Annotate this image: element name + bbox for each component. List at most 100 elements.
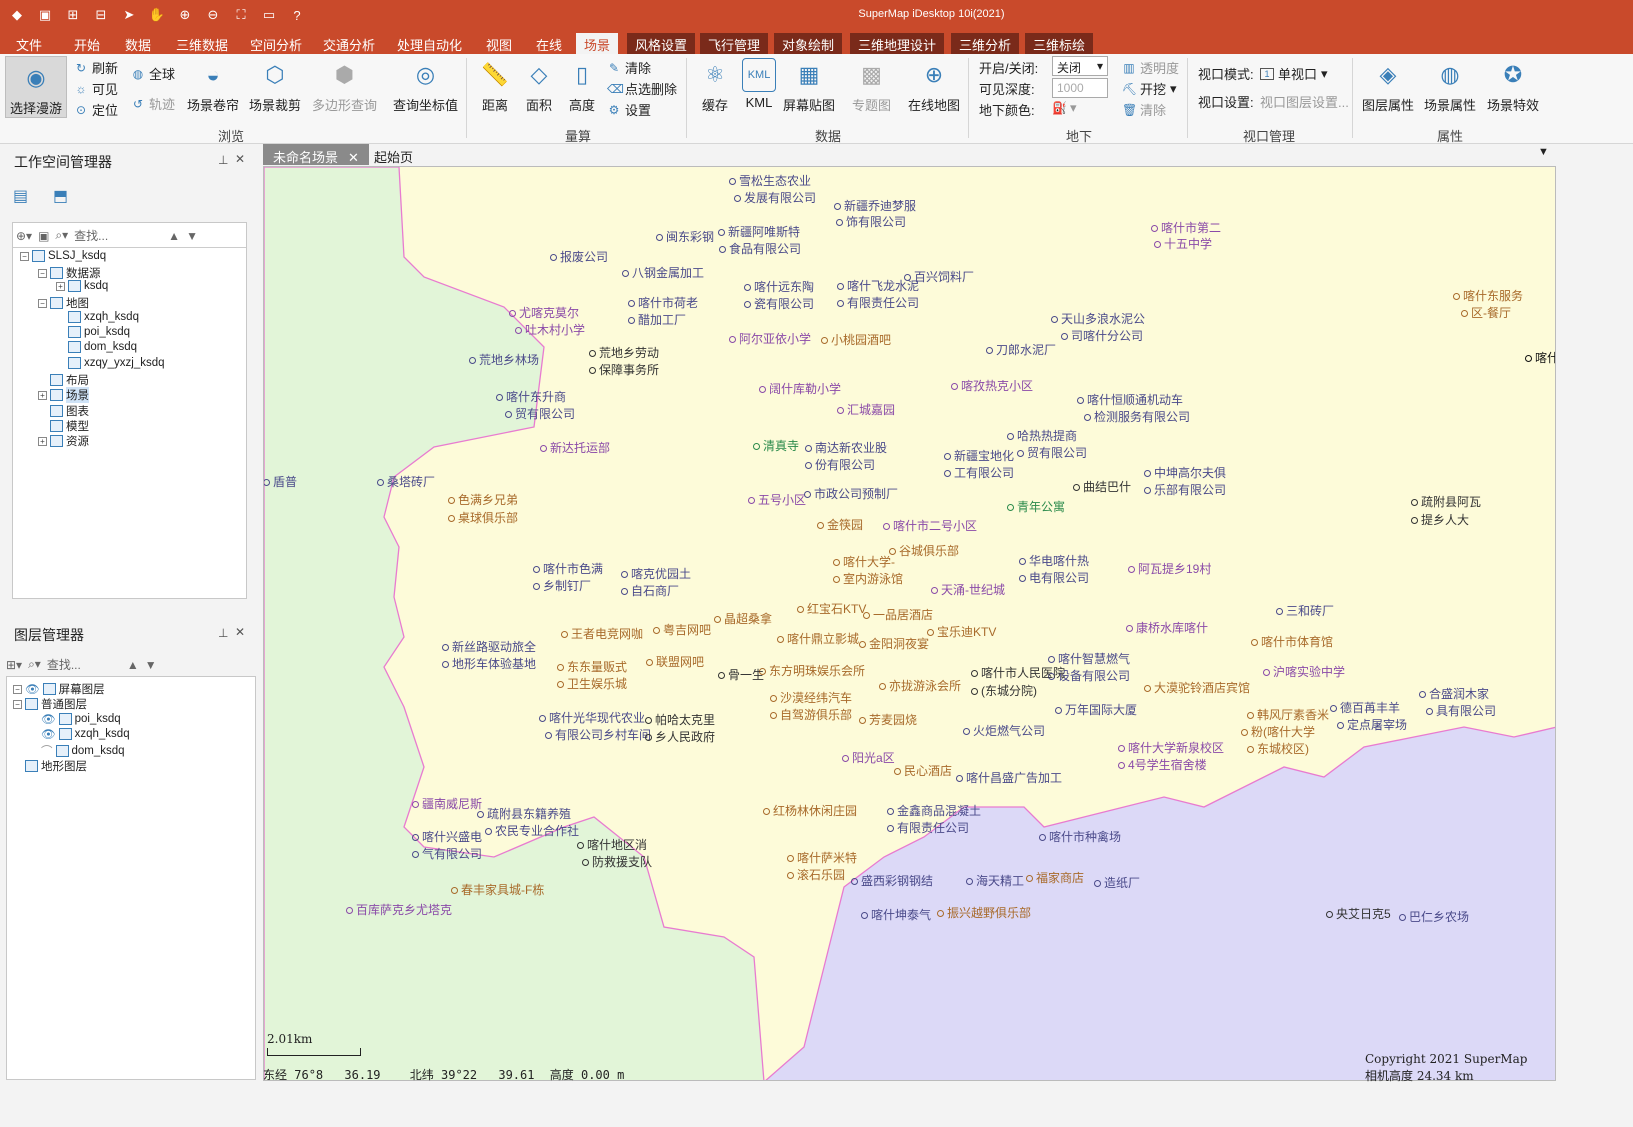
menu-online[interactable]: 在线 [528, 33, 570, 54]
poi-label[interactable]: 乐部有限公司 [1144, 483, 1226, 498]
poi-label[interactable]: 喀什大学新泉校区 [1118, 741, 1224, 756]
tab-start-page[interactable]: 起始页 [364, 144, 423, 165]
poi-label[interactable]: 晶超桑拿 [714, 612, 772, 627]
distance-button[interactable]: 📏 距离 [478, 58, 512, 114]
tree-item-layouts[interactable]: 布局 [50, 372, 89, 388]
poi-label[interactable]: 谷城俱乐部 [889, 544, 959, 559]
poi-label[interactable]: 韩风厅素香米 [1247, 708, 1329, 723]
menu-start[interactable]: 开始 [66, 33, 108, 54]
tree-item-charts[interactable]: 图表 [50, 403, 89, 419]
track-button[interactable]: ↺ 轨迹 [131, 94, 175, 113]
screen-map-button[interactable]: ▦ 屏幕贴图 [783, 58, 835, 114]
poi-label[interactable]: 骨一生 [718, 668, 764, 683]
poi-label[interactable]: 沪喀实验中学 [1263, 665, 1345, 680]
poi-label[interactable]: 喀什光华现代农业 [539, 711, 645, 726]
hidden-eye-icon[interactable]: ⌒ [41, 743, 53, 759]
poi-label[interactable]: (东城分院) [971, 684, 1037, 699]
poi-label[interactable]: 地形车体验基地 [442, 657, 536, 672]
poi-label[interactable]: 提乡人大 [1411, 513, 1469, 528]
poi-label[interactable]: 有限公司乡村车间 [545, 728, 651, 743]
poi-label[interactable]: 造纸厂 [1094, 876, 1140, 891]
poi-label[interactable]: 新达托运部 [540, 441, 610, 456]
collapse-icon[interactable]: − [13, 684, 22, 694]
poi-label[interactable]: 司喀什分公司 [1061, 329, 1143, 344]
poi-label[interactable]: 东城校区) [1247, 742, 1309, 757]
poi-label[interactable]: 喀什昌盛广告加工 [956, 771, 1062, 786]
poi-label[interactable]: 百兴饲料厂 [904, 270, 974, 285]
poi-label[interactable]: 雪松生态农业 [729, 174, 811, 189]
poi-label[interactable]: 报废公司 [550, 250, 608, 265]
full-extent-icon[interactable]: ⛶ [230, 4, 252, 26]
poi-label[interactable]: 青年公寓 [1007, 500, 1065, 515]
menu-scene[interactable]: 场景 [576, 33, 619, 54]
menu-style[interactable]: 风格设置 [627, 33, 696, 54]
poi-label[interactable]: 贸有限公司 [505, 407, 575, 422]
excavate-button[interactable]: ⛏ 开挖 ▾ [1122, 79, 1177, 98]
poi-label[interactable]: 红杨林休闲庄园 [763, 804, 857, 819]
poi-label[interactable]: 东方明珠娱乐会所 [759, 664, 865, 679]
thematic-button[interactable]: ▩ 专题图 [852, 58, 891, 114]
menu-3d-analysis[interactable]: 三维分析 [951, 33, 1020, 54]
poi-label[interactable]: 清真寺 [753, 439, 799, 454]
poi-label[interactable]: 乡人民政府 [645, 730, 715, 745]
locate-button[interactable]: ⊙ 定位 [74, 100, 118, 119]
zoom-out-icon[interactable]: ⊖ [202, 4, 224, 26]
tree-item-scenes[interactable]: + 场景 [38, 387, 89, 403]
menu-data[interactable]: 数据 [117, 33, 159, 54]
poi-label[interactable]: 喀什智慧燃气 [1048, 652, 1130, 667]
scene-curtain-button[interactable]: ◒ 场景卷帘 [187, 58, 239, 114]
underground-clear-button[interactable]: 🗑 清除 [1122, 100, 1166, 119]
poi-label[interactable]: 阔什库勒小学 [759, 382, 841, 397]
poi-label[interactable]: 南达新农业股 [805, 441, 887, 456]
poi-label[interactable]: 中坤高尔夫俱 [1144, 466, 1226, 481]
poi-label[interactable]: 喀克优园土 [621, 567, 691, 582]
scene-map-view[interactable]: 雪松生态农业 发展有限公司 新疆乔迪梦服 饰有限公司 喀什市第二 十五中学 闽东彩钢 新疆阿唯… [263, 166, 1556, 1081]
scene-effects-button[interactable]: ✪ 场景特效 [1487, 58, 1539, 114]
poi-label[interactable]: 阿瓦提乡19村 [1128, 562, 1211, 577]
poi-label[interactable]: 万年国际大厦 [1055, 703, 1137, 718]
poi-label[interactable]: 央艾日克5 [1326, 907, 1391, 922]
tree-item-models[interactable]: 模型 [50, 418, 89, 434]
tab-unnamed-scene[interactable]: 未命名场景 ✕ [263, 144, 369, 165]
poi-label[interactable]: 喀什坤泰气 [861, 908, 931, 923]
collapse-icon[interactable]: − [20, 251, 29, 261]
menu-3d-geo-design[interactable]: 三维地理设计 [850, 33, 945, 54]
resource-tab-icon[interactable]: ⬒ [53, 186, 68, 206]
poi-label[interactable]: 合盛润木家 [1419, 687, 1489, 702]
arrow-up-icon[interactable]: ▲ [168, 229, 180, 243]
poi-label[interactable]: 粉(喀什大学 [1241, 725, 1315, 740]
poi-label[interactable]: 五号小区 [748, 493, 806, 508]
search-icon[interactable]: ⌕▾ [55, 228, 68, 243]
poi-label[interactable]: 滚石乐园 [787, 868, 845, 883]
poi-label[interactable]: 三和砖厂 [1276, 604, 1334, 619]
tree-item-map[interactable]: dom_ksdq [68, 341, 137, 353]
poi-label[interactable]: 盛西彩钢钢结 [851, 874, 933, 889]
add-layer-icon[interactable]: ⊞▾ [6, 658, 22, 672]
poi-label[interactable]: 新疆乔迪梦服 [834, 199, 916, 214]
add-icon[interactable]: ⊕▾ [16, 229, 32, 243]
poi-label[interactable]: 室内游泳馆 [833, 572, 903, 587]
eye-icon[interactable]: 👁 [41, 712, 56, 726]
expand-icon[interactable]: + [56, 281, 65, 291]
layer-item[interactable]: 👁 poi_ksdq [41, 712, 121, 726]
poi-label[interactable]: 康桥水库喀什 [1126, 621, 1208, 636]
transparency-button[interactable]: ▥ 透明度 [1122, 58, 1179, 77]
poi-label[interactable]: 德百苒丰羊 [1330, 701, 1400, 716]
poi-label[interactable]: 喀什市体育馆 [1251, 635, 1333, 650]
menu-traffic-analysis[interactable]: 交通分析 [315, 33, 383, 54]
poi-label[interactable]: 帕哈太克里 [645, 713, 715, 728]
search-icon[interactable]: ⌕▾ [28, 657, 41, 672]
poi-label[interactable]: 华电喀什热 [1019, 554, 1089, 569]
poi-label[interactable]: 大漠驼铃酒店宾馆 [1144, 681, 1250, 696]
poi-label[interactable]: 检测服务有限公司 [1084, 410, 1190, 425]
poi-label[interactable]: 东东量贩式 [557, 660, 627, 675]
open-icon[interactable]: ⊟ [90, 4, 112, 26]
scene-props-button[interactable]: ◍ 场景属性 [1424, 58, 1476, 114]
poi-label[interactable]: 市政公司预制厂 [804, 487, 898, 502]
poi-label[interactable]: 色满乡兄弟 [448, 493, 518, 508]
poi-label[interactable]: 火炬燃气公司 [963, 724, 1045, 739]
collapse-icon[interactable]: − [38, 298, 47, 308]
poi-label[interactable]: 芳麦园烧 [859, 713, 917, 728]
expand-icon[interactable]: + [38, 436, 47, 446]
app-logo-icon[interactable]: ◆ [6, 4, 28, 26]
